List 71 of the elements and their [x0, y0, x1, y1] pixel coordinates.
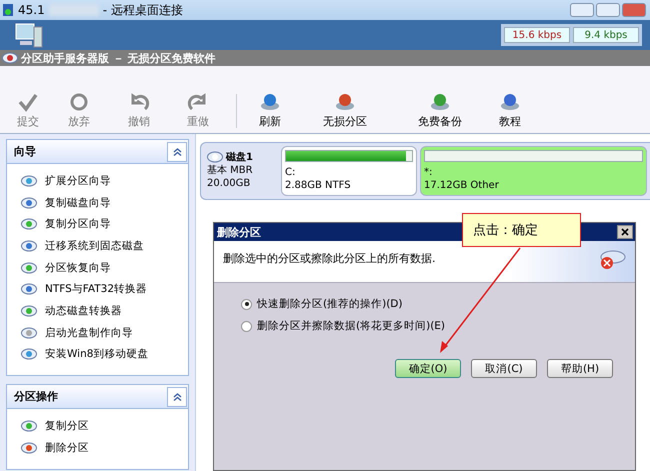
- toolbar-button[interactable]: 无损分区: [295, 92, 395, 129]
- sidebar-item[interactable]: 分区恢复向导: [45, 260, 111, 275]
- toolbar-icon: [259, 92, 281, 112]
- app-title: 分区助手服务器版 － 无损分区免费软件: [21, 50, 216, 66]
- disk-icon: [21, 347, 37, 362]
- disk-icon: [21, 282, 37, 296]
- toolbar-button[interactable]: 教程: [485, 92, 535, 129]
- disk-type: 基本 MBR: [207, 164, 254, 177]
- upload-speed: 15.6 kbps: [504, 27, 570, 43]
- radio-button[interactable]: [241, 298, 252, 310]
- disk-icon: [207, 150, 223, 164]
- toolbar-button[interactable]: 刷新: [245, 92, 295, 129]
- partition-info: 17.12GB Other: [424, 179, 500, 192]
- collapse-button[interactable]: [167, 386, 187, 407]
- redacted-area: [48, 4, 99, 16]
- toolbar-icon: [68, 92, 90, 112]
- chevron-icon: [172, 148, 182, 156]
- minimize-button[interactable]: [570, 3, 594, 17]
- callout-text: 点击：确定: [473, 222, 538, 239]
- sidebar-item[interactable]: 安装Win8到移动硬盘: [45, 347, 148, 362]
- collapse-button[interactable]: [167, 142, 187, 162]
- dialog-title: 删除分区: [217, 224, 261, 240]
- option-label[interactable]: 删除分区并擦除数据(将花更多时间)(E): [257, 319, 446, 333]
- partition-block[interactable]: *: 17.12GB Other: [420, 146, 647, 196]
- sidebar-item[interactable]: 删除分区: [45, 440, 89, 455]
- panel-title: 向导: [14, 144, 36, 159]
- partition-label: C:: [285, 166, 296, 179]
- sidebar-item[interactable]: 扩展分区向导: [45, 174, 111, 188]
- disk-icon: [21, 196, 37, 210]
- disk-icon: [21, 440, 37, 455]
- toolbar-icon: [17, 92, 39, 112]
- remote-desktop-icon: [2, 3, 14, 17]
- option-label[interactable]: 快速删除分区(推荐的操作)(D): [257, 297, 402, 311]
- sidebar-item[interactable]: 复制分区向导: [45, 217, 111, 232]
- disk-icon: [21, 217, 37, 232]
- panel-title: 分区操作: [14, 389, 58, 404]
- disk-icon: [21, 326, 37, 340]
- dialog-button[interactable]: 取消(C): [471, 359, 537, 378]
- download-speed: 9.4 kbps: [573, 27, 639, 43]
- partition-info: 2.88GB NTFS: [285, 179, 352, 192]
- disk-name: 磁盘1: [226, 150, 253, 164]
- radio-button[interactable]: [241, 320, 252, 332]
- disk-icon: [21, 238, 37, 253]
- disk-icon: [21, 174, 37, 188]
- window-title: - 远程桌面连接: [102, 2, 183, 18]
- app-logo-icon: [2, 51, 18, 65]
- disk-icon: [21, 419, 37, 434]
- toolbar-button[interactable]: 免费备份: [395, 92, 485, 129]
- partition-block[interactable]: C: 2.88GB NTFS: [281, 146, 417, 196]
- close-icon: [621, 228, 629, 236]
- sidebar-item[interactable]: 启动光盘制作向导: [45, 326, 133, 340]
- toolbar-icon: [429, 92, 451, 112]
- dialog-button[interactable]: 帮助(H): [547, 359, 613, 378]
- disk-size: 20.00GB: [207, 177, 252, 190]
- toolbar-icon: [499, 92, 521, 112]
- window-title: 45.1: [18, 3, 45, 17]
- sidebar-item[interactable]: 复制分区: [45, 419, 89, 434]
- sidebar-item[interactable]: 迁移系统到固态磁盘: [45, 238, 144, 253]
- disk-icon: [21, 260, 37, 275]
- sidebar-item[interactable]: 动态磁盘转换器: [45, 304, 122, 318]
- sidebar-item[interactable]: NTFS与FAT32转换器: [45, 282, 148, 296]
- chevron-icon: [172, 392, 182, 401]
- close-button[interactable]: [617, 225, 633, 239]
- disk-icon: [21, 304, 37, 318]
- dialog-message: 删除选中的分区或擦除此分区上的所有数据.: [223, 251, 436, 266]
- sidebar-item[interactable]: 复制磁盘向导: [45, 196, 111, 210]
- partition-label: *:: [424, 166, 434, 179]
- maximize-button[interactable]: [596, 3, 620, 17]
- computer-icon: [14, 21, 44, 49]
- toolbar-icon: [334, 92, 356, 112]
- dialog-button[interactable]: 确定(O): [395, 359, 461, 378]
